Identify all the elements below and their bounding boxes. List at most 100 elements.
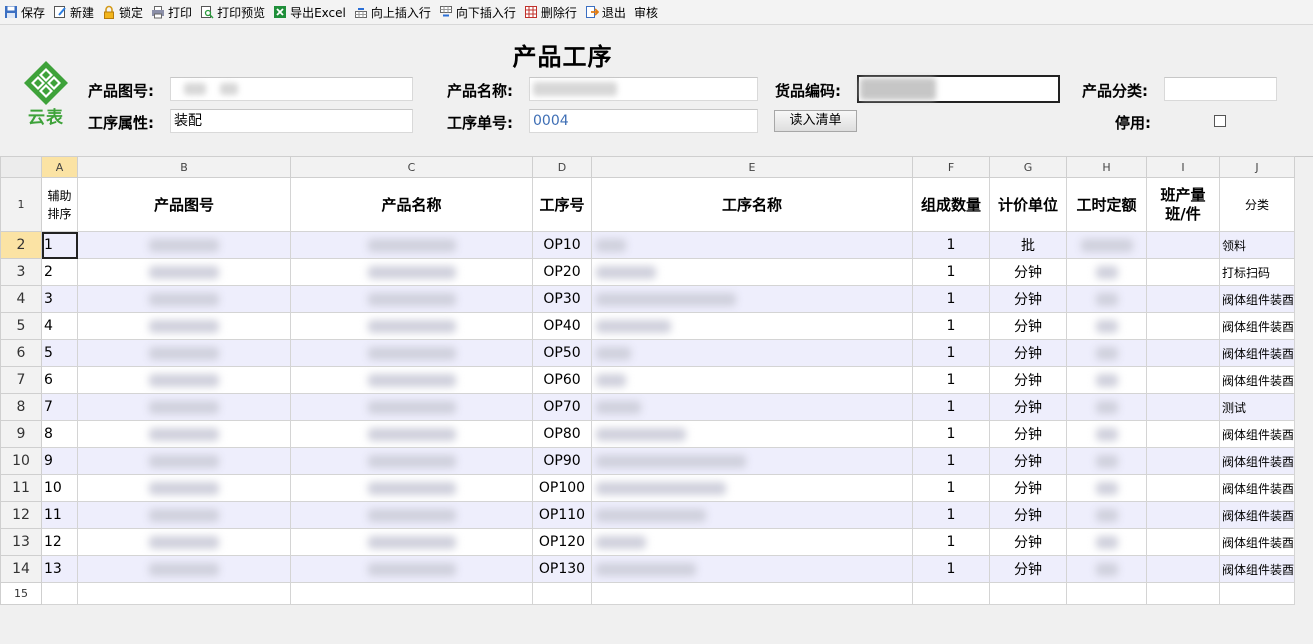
cell-product-name[interactable] [290, 420, 533, 448]
row-header[interactable]: 10 [0, 447, 42, 475]
cell-aux-sort[interactable]: 6 [41, 366, 78, 394]
cell-quantity[interactable]: 1 [912, 231, 990, 259]
cell-quantity[interactable]: 1 [912, 339, 990, 367]
cell-category[interactable]: 测试 [1218, 393, 1296, 421]
row-header[interactable]: 13 [0, 528, 42, 556]
cell-category[interactable]: 阀体组件装酉 [1218, 339, 1296, 367]
cell-labor-quota[interactable] [1066, 474, 1147, 502]
column-header-e[interactable]: E [591, 156, 913, 178]
cell-product-drawing[interactable] [77, 285, 291, 313]
cell[interactable] [989, 582, 1067, 605]
cell-pricing-unit[interactable]: 分钟 [989, 393, 1067, 421]
cell-category[interactable]: 阀体组件装酉 [1218, 420, 1296, 448]
cell-quantity[interactable]: 1 [912, 447, 990, 475]
cell-shift-output[interactable] [1146, 447, 1220, 475]
cell-category[interactable]: 阀体组件装酉 [1218, 555, 1296, 583]
cell-process-name[interactable] [591, 339, 913, 367]
cell-category[interactable]: 阀体组件装酉 [1218, 474, 1296, 502]
column-header-b[interactable]: B [77, 156, 291, 178]
cell[interactable] [77, 582, 291, 605]
row-header[interactable]: 7 [0, 366, 42, 394]
cell-quantity[interactable]: 1 [912, 555, 990, 583]
cell-process-no[interactable]: OP70 [532, 393, 592, 421]
row-header[interactable]: 4 [0, 285, 42, 313]
cell-labor-quota[interactable] [1066, 501, 1147, 529]
cell-pricing-unit[interactable]: 分钟 [989, 528, 1067, 556]
row-header[interactable]: 14 [0, 555, 42, 583]
cell-labor-quota[interactable] [1066, 447, 1147, 475]
insert-row-below-button[interactable]: 向下插入行 [435, 1, 520, 23]
cell-aux-sort[interactable]: 12 [41, 528, 78, 556]
disabled-checkbox[interactable] [1214, 115, 1226, 127]
header-category[interactable]: 分类 [1218, 177, 1296, 232]
cell-shift-output[interactable] [1146, 339, 1220, 367]
cell[interactable] [1218, 582, 1296, 605]
cell-aux-sort[interactable]: 7 [41, 393, 78, 421]
cell-labor-quota[interactable] [1066, 528, 1147, 556]
column-header-h[interactable]: H [1066, 156, 1147, 178]
cell-pricing-unit[interactable]: 分钟 [989, 312, 1067, 340]
cell-process-name[interactable] [591, 312, 913, 340]
cell-product-name[interactable] [290, 258, 533, 286]
cell-quantity[interactable]: 1 [912, 285, 990, 313]
cell-shift-output[interactable] [1146, 393, 1220, 421]
cell-product-drawing[interactable] [77, 366, 291, 394]
cell-process-no[interactable]: OP80 [532, 420, 592, 448]
cell-product-name[interactable] [290, 231, 533, 259]
product-drawing-input[interactable] [170, 77, 413, 101]
cell-product-drawing[interactable] [77, 231, 291, 259]
cell-product-name[interactable] [290, 528, 533, 556]
cell-shift-output[interactable] [1146, 285, 1220, 313]
cell-labor-quota[interactable] [1066, 312, 1147, 340]
cell-aux-sort[interactable]: 13 [41, 555, 78, 583]
cell-labor-quota[interactable] [1066, 420, 1147, 448]
cell-product-name[interactable] [290, 447, 533, 475]
cell-labor-quota[interactable] [1066, 366, 1147, 394]
cell-process-name[interactable] [591, 420, 913, 448]
save-button[interactable]: 保存 [0, 1, 49, 23]
cell-process-no[interactable]: OP50 [532, 339, 592, 367]
column-header-j[interactable]: J [1218, 156, 1296, 178]
cell-product-name[interactable] [290, 285, 533, 313]
cell-shift-output[interactable] [1146, 501, 1220, 529]
cell-aux-sort[interactable]: 10 [41, 474, 78, 502]
row-header[interactable]: 9 [0, 420, 42, 448]
cell-aux-sort[interactable]: 11 [41, 501, 78, 529]
cell-process-name[interactable] [591, 447, 913, 475]
cell-shift-output[interactable] [1146, 312, 1220, 340]
cell-process-no[interactable]: OP30 [532, 285, 592, 313]
cell[interactable] [1066, 582, 1147, 605]
cell-product-drawing[interactable] [77, 528, 291, 556]
row-header[interactable]: 8 [0, 393, 42, 421]
cell-process-no[interactable]: OP60 [532, 366, 592, 394]
column-header-d[interactable]: D [532, 156, 592, 178]
cell-process-no[interactable]: OP20 [532, 258, 592, 286]
cell-labor-quota[interactable] [1066, 285, 1147, 313]
cell-shift-output[interactable] [1146, 258, 1220, 286]
cell-shift-output[interactable] [1146, 528, 1220, 556]
cell-process-no[interactable]: OP40 [532, 312, 592, 340]
insert-row-above-button[interactable]: 向上插入行 [350, 1, 435, 23]
delete-row-button[interactable]: 删除行 [520, 1, 581, 23]
cell-process-no[interactable]: OP90 [532, 447, 592, 475]
cell-process-no[interactable]: OP100 [532, 474, 592, 502]
cell-shift-output[interactable] [1146, 231, 1220, 259]
print-button[interactable]: 打印 [147, 1, 196, 23]
cell-quantity[interactable]: 1 [912, 528, 990, 556]
cell-process-no[interactable]: OP120 [532, 528, 592, 556]
cell-product-drawing[interactable] [77, 501, 291, 529]
cell-product-name[interactable] [290, 339, 533, 367]
cell-aux-sort[interactable]: 4 [41, 312, 78, 340]
cell-process-no[interactable]: OP10 [532, 231, 592, 259]
cell-quantity[interactable]: 1 [912, 420, 990, 448]
print-preview-button[interactable]: 打印预览 [196, 1, 269, 23]
row-header[interactable]: 11 [0, 474, 42, 502]
cell-product-drawing[interactable] [77, 339, 291, 367]
cell-product-name[interactable] [290, 555, 533, 583]
header-quantity[interactable]: 组成数量 [912, 177, 990, 232]
cell[interactable] [1146, 582, 1220, 605]
header-product-drawing[interactable]: 产品图号 [77, 177, 291, 232]
cell-process-name[interactable] [591, 258, 913, 286]
product-name-input[interactable] [529, 77, 758, 101]
row-header[interactable]: 1 [0, 177, 42, 232]
